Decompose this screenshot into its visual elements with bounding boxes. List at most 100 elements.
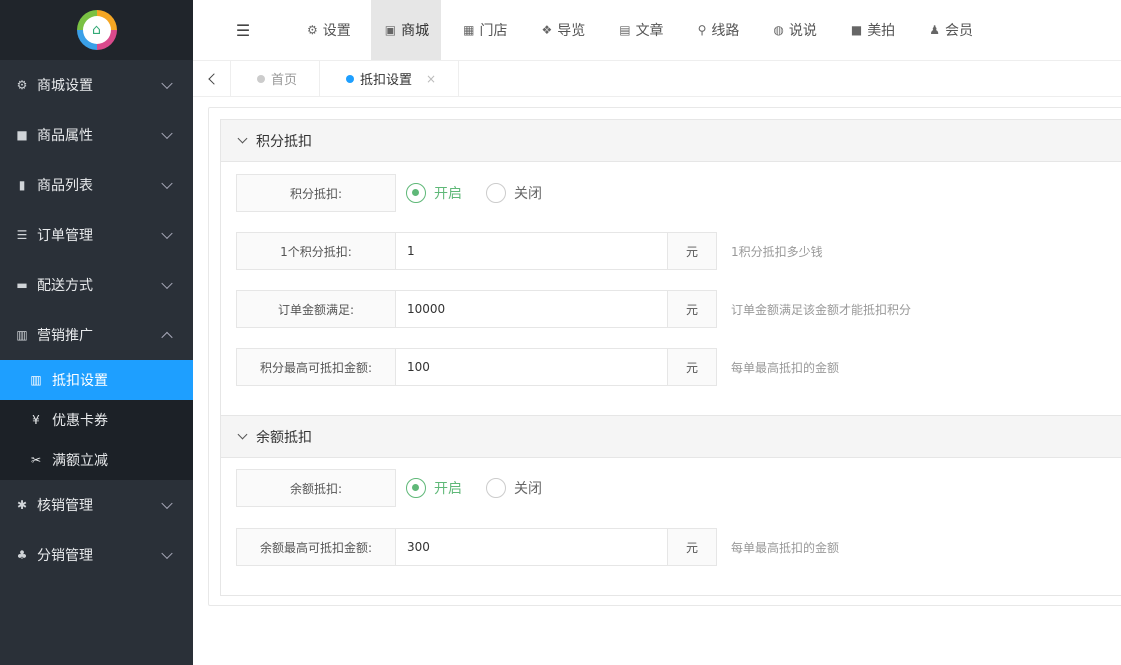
nav-settings[interactable]: ⚙ 设置 xyxy=(293,0,363,60)
nav-videos[interactable]: ■ 美拍 xyxy=(837,0,907,60)
top-nav: ☰ ⚙ 设置 ▣ 商城 ▦ 门店 ❖ 导览 ▤ 文章 ⚲ 线路 ◍ 说说 ■ 美拍 ♟ 会员 xyxy=(193,0,1121,60)
tab-back-button[interactable] xyxy=(193,61,231,96)
nav-label: 导览 xyxy=(557,23,586,39)
nav-members[interactable]: ♟ 会员 xyxy=(915,0,985,60)
scissors-icon: ✂ xyxy=(30,453,42,467)
sidebar-item-orders[interactable]: ☰ 订单管理 xyxy=(0,210,193,260)
menu-toggle-icon[interactable]: ☰ xyxy=(193,21,293,40)
gears-icon: ⚙ xyxy=(16,78,28,92)
balance-off-radio[interactable]: 关闭 xyxy=(486,478,542,498)
sidebar-item-delivery[interactable]: ▬ 配送方式 xyxy=(0,260,193,310)
unit-label: 元 xyxy=(668,348,717,386)
chat-icon: ◍ xyxy=(773,23,784,37)
route-icon: ⚲ xyxy=(697,23,707,37)
yen-icon: ¥ xyxy=(32,413,40,427)
nav-label: 说说 xyxy=(788,23,817,39)
sidebar-item-label: 商品属性 xyxy=(37,128,93,144)
chevron-down-icon xyxy=(237,133,248,144)
nav-posts[interactable]: ◍ 说说 xyxy=(759,0,828,60)
field-hint: 1积分抵扣多少钱 xyxy=(731,244,823,259)
chevron-down-icon xyxy=(161,127,173,140)
tab-deduction-settings[interactable]: 抵扣设置 × xyxy=(320,61,460,96)
per-point-row: 1个积分抵扣: 1 元 1积分抵扣多少钱 xyxy=(236,232,823,270)
field-hint: 每单最高抵扣的金额 xyxy=(731,540,840,555)
sidebar-item-marketing[interactable]: ▥ 营销推广 xyxy=(0,310,193,360)
order-min-row: 订单金额满足: 10000 元 订单金额满足该金额才能抵扣积分 xyxy=(236,290,911,328)
balance-max-input[interactable]: 300 xyxy=(396,528,668,566)
sidebar-item-label: 分销管理 xyxy=(37,548,93,564)
bar-chart-icon: ▥ xyxy=(16,328,28,342)
tab-label: 抵扣设置 xyxy=(360,73,413,88)
field-label: 余额抵扣: xyxy=(236,469,396,507)
nav-routes[interactable]: ⚲ 线路 xyxy=(684,0,752,60)
nav-stores[interactable]: ▦ 门店 xyxy=(449,0,519,60)
unit-label: 元 xyxy=(668,290,717,328)
field-label: 积分最高可抵扣金额: xyxy=(236,348,396,386)
per-point-input[interactable]: 1 xyxy=(396,232,668,270)
logo-area: ⌂ xyxy=(0,0,193,60)
nav-label: 商城 xyxy=(401,23,430,39)
sidebar-subitem-coupons[interactable]: ¥ 优惠卡券 xyxy=(0,400,193,440)
chevron-down-icon xyxy=(161,547,173,560)
sidebar-item-label: 订单管理 xyxy=(37,228,93,244)
sidebar-subitem-deduction[interactable]: ▥ 抵扣设置 xyxy=(0,360,193,400)
newspaper-icon: ▤ xyxy=(619,23,631,37)
tab-dot xyxy=(257,74,265,83)
sidebar-item-label: 商品列表 xyxy=(37,178,93,194)
sidebar-item-label: 核销管理 xyxy=(37,498,93,514)
radio-label: 关闭 xyxy=(514,481,542,497)
tab-label: 首页 xyxy=(271,73,298,88)
field-label: 1个积分抵扣: xyxy=(236,232,396,270)
bank-icon: ▦ xyxy=(463,23,475,37)
balance-on-radio[interactable]: 开启 xyxy=(406,478,462,498)
sidebar-item-distribution[interactable]: ♣ 分销管理 xyxy=(0,530,193,580)
tab-dot xyxy=(346,74,355,83)
sidebar-subitem-label: 抵扣设置 xyxy=(52,373,108,389)
chevron-down-icon xyxy=(161,497,173,510)
points-panel-header[interactable]: 积分抵扣 xyxy=(221,120,1121,162)
radio-checked-icon xyxy=(406,183,426,203)
nav-label: 线路 xyxy=(711,23,740,39)
sidebar-item-product-list[interactable]: ▮ 商品列表 xyxy=(0,160,193,210)
nav-label: 会员 xyxy=(944,23,973,39)
panel-title: 积分抵扣 xyxy=(256,133,312,150)
points-on-radio[interactable]: 开启 xyxy=(406,183,462,203)
nav-articles[interactable]: ▤ 文章 xyxy=(605,0,675,60)
settings-card: 积分抵扣 积分抵扣: 开启 关闭 1个积分抵扣: 1 元 1积分抵扣多少钱 订单… xyxy=(208,107,1121,606)
nav-label: 美拍 xyxy=(867,23,896,39)
panel-title: 余额抵扣 xyxy=(256,429,312,446)
cart-icon: ▮ xyxy=(18,178,26,192)
points-panel: 积分抵扣 积分抵扣: 开启 关闭 1个积分抵扣: 1 元 1积分抵扣多少钱 订单… xyxy=(220,119,1121,416)
tab-home[interactable]: 首页 xyxy=(231,61,321,96)
balance-switch-radios: 开启 关闭 xyxy=(396,469,556,507)
car-icon: ▬ xyxy=(16,278,28,292)
balance-panel: 余额抵扣 余额抵扣: 开启 关闭 余额最高可抵扣金额: 300 元 每单最高抵扣… xyxy=(220,415,1121,596)
unit-label: 元 xyxy=(668,528,717,566)
order-min-input[interactable]: 10000 xyxy=(396,290,668,328)
asterisk-icon: ✱ xyxy=(16,498,28,512)
sidebar-item-mall-settings[interactable]: ⚙ 商城设置 xyxy=(0,60,193,110)
sidebar-item-verification[interactable]: ✱ 核销管理 xyxy=(0,480,193,530)
points-off-radio[interactable]: 关闭 xyxy=(486,183,542,203)
sidebar-item-product-attrs[interactable]: ■ 商品属性 xyxy=(0,110,193,160)
chevron-down-icon xyxy=(161,277,173,290)
radio-label: 关闭 xyxy=(514,186,542,202)
sidebar-item-label: 营销推广 xyxy=(37,328,93,344)
nav-label: 设置 xyxy=(322,23,351,39)
field-hint: 每单最高抵扣的金额 xyxy=(731,360,840,375)
shop-bag-icon: ▣ xyxy=(384,23,397,37)
cubes-icon: ❖ xyxy=(541,23,553,37)
points-max-input[interactable]: 100 xyxy=(396,348,668,386)
points-switch-row: 积分抵扣: 开启 关闭 xyxy=(236,174,556,212)
balance-panel-header[interactable]: 余额抵扣 xyxy=(221,416,1121,458)
chevron-down-icon xyxy=(161,227,173,240)
radio-label: 开启 xyxy=(434,186,462,202)
sidebar: ⌂ ⚙ 商城设置 ■ 商品属性 ▮ 商品列表 ☰ 订单管理 ▬ 配送方式 ▥ 营… xyxy=(0,0,193,665)
sidebar-subitem-full-reduction[interactable]: ✂ 满额立减 xyxy=(0,440,193,480)
sidebar-item-label: 配送方式 xyxy=(37,278,93,294)
nav-mall[interactable]: ▣ 商城 xyxy=(370,0,442,60)
balance-max-row: 余额最高可抵扣金额: 300 元 每单最高抵扣的金额 xyxy=(236,528,839,566)
close-icon[interactable]: × xyxy=(426,72,436,86)
logo[interactable]: ⌂ xyxy=(76,10,117,50)
nav-guide[interactable]: ❖ 导览 xyxy=(527,0,597,60)
